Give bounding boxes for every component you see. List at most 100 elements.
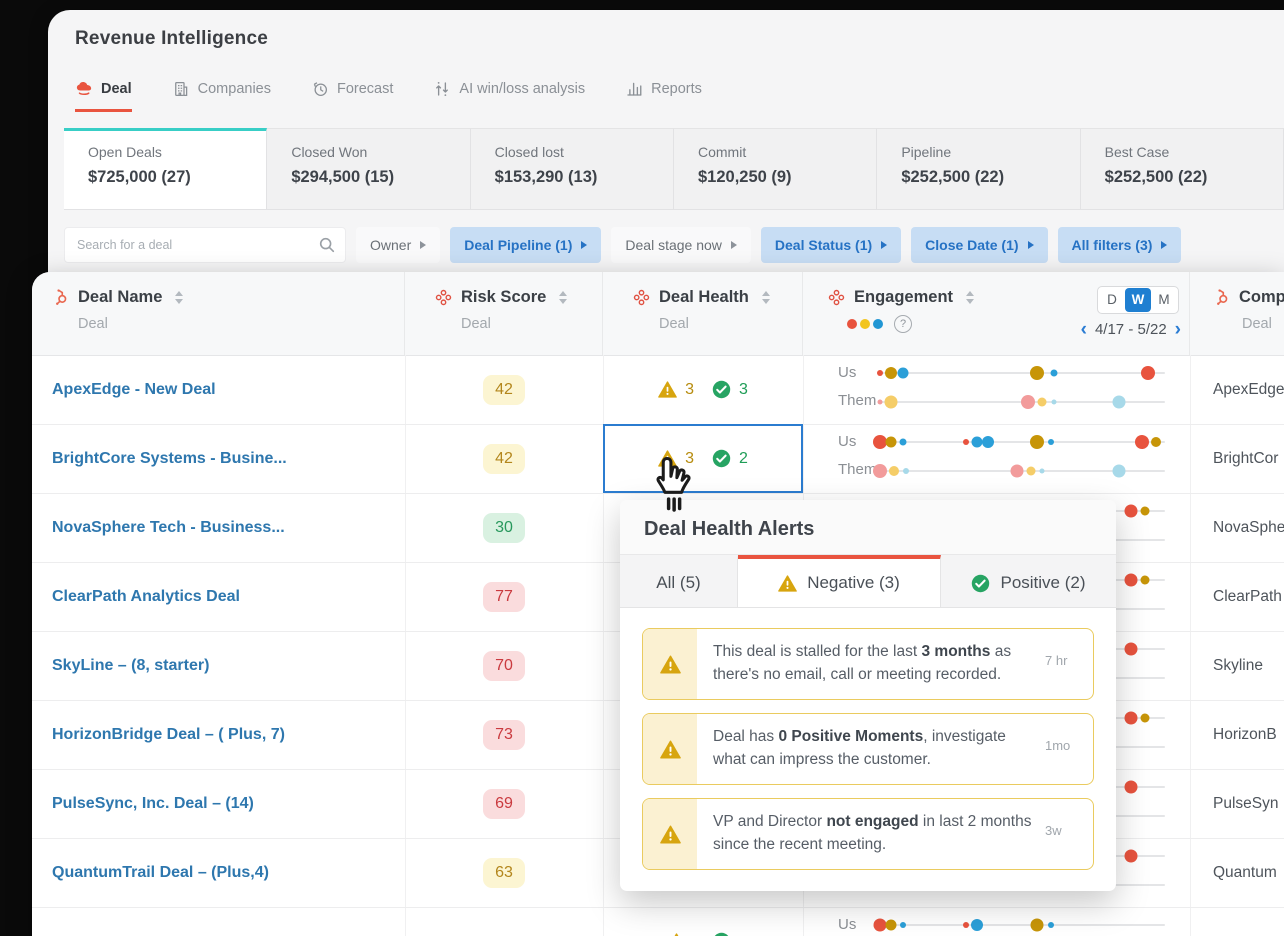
- col-title: Comp: [1239, 288, 1284, 306]
- summary-card-commit[interactable]: Commit $120,250 (9): [673, 128, 878, 209]
- deal-name-link[interactable]: ApexEdge - New Deal: [52, 355, 216, 424]
- risk-score-badge: 42: [483, 443, 525, 474]
- deal-name-link[interactable]: HorizonBridge Deal – ( Plus, 7): [52, 700, 285, 769]
- summary-card-label: Open Deals: [88, 144, 162, 160]
- deal-health-cell[interactable]: 3 2: [603, 424, 803, 493]
- col-subtitle: Deal: [659, 316, 689, 332]
- deal-search[interactable]: [64, 227, 346, 263]
- risk-score-badge: 77: [483, 581, 525, 612]
- col-subtitle: Deal: [461, 316, 491, 332]
- popup-tabs: All (5) Negative (3) Positive (2): [620, 555, 1116, 608]
- popup-tab-positive-2-[interactable]: Positive (2): [941, 555, 1116, 607]
- col-header-deal-health[interactable]: Deal Health Deal: [603, 272, 803, 355]
- nav-tab-forecast[interactable]: Forecast: [311, 80, 393, 112]
- company-cell: ApexEdge: [1213, 381, 1284, 398]
- us-timeline: [873, 918, 1165, 932]
- risk-score-cell[interactable]: 70: [405, 631, 603, 700]
- deal-name-link[interactable]: PulseSync, Inc. Deal – (14): [52, 769, 254, 838]
- risk-score-cell[interactable]: 77: [405, 562, 603, 631]
- filter-owner[interactable]: Owner: [356, 227, 441, 263]
- period-toggle-d[interactable]: D: [1099, 288, 1125, 312]
- engagement-dot: [1021, 395, 1036, 409]
- risk-score-cell[interactable]: 42: [405, 355, 603, 424]
- filter-button-label: Close Date (1): [925, 237, 1019, 253]
- nav-tab-label: Reports: [651, 81, 702, 97]
- filter-all-filters-3-[interactable]: All filters (3): [1057, 227, 1182, 263]
- nav-tab-reports[interactable]: Reports: [625, 80, 702, 112]
- alert-warning-icon: [643, 799, 697, 869]
- popup-tab-all-5-[interactable]: All (5): [620, 555, 738, 607]
- col-header-company[interactable]: Comp Deal: [1190, 272, 1284, 355]
- sort-toggle[interactable]: [761, 291, 770, 304]
- deal-name-link[interactable]: NovaSphere Tech - Business...: [52, 493, 285, 562]
- summary-card-label: Closed Won: [291, 144, 368, 160]
- sort-toggle[interactable]: [966, 291, 975, 304]
- engagement-cell[interactable]: Us Them: [803, 424, 1190, 493]
- summary-card-closed-lost[interactable]: Closed lost $153,290 (13): [470, 128, 674, 209]
- popup-tab-negative-3-[interactable]: Negative (3): [738, 555, 941, 607]
- col-header-risk-score[interactable]: Risk Score Deal: [405, 272, 603, 355]
- deal-health-cell[interactable]: [603, 907, 803, 936]
- positive-count: 2: [739, 449, 748, 467]
- legend-dot-red: [847, 319, 857, 329]
- risk-score-badge: 69: [483, 788, 525, 819]
- engagement-dot: [1048, 439, 1054, 445]
- popup-title: Deal Health Alerts: [620, 500, 1116, 555]
- deal-name-link[interactable]: QuantumTrail Deal – (Plus,4): [52, 838, 269, 907]
- risk-score-cell[interactable]: [405, 907, 603, 936]
- period-toggle-m[interactable]: M: [1151, 288, 1177, 312]
- engagement-dot: [873, 918, 887, 932]
- risk-score-cell[interactable]: 42: [405, 424, 603, 493]
- col-header-engagement[interactable]: Engagement ? DWM ‹ 4/17 - 5/22 ›: [803, 272, 1190, 355]
- engagement-cell[interactable]: Us Them: [803, 355, 1190, 424]
- search-input[interactable]: [65, 228, 317, 262]
- sort-toggle[interactable]: [175, 291, 184, 304]
- summary-card-pipeline[interactable]: Pipeline $252,500 (22): [877, 128, 1081, 209]
- risk-score-cell[interactable]: 30: [405, 493, 603, 562]
- filter-deal-status-1-[interactable]: Deal Status (1): [760, 227, 902, 263]
- nav-tab-deal[interactable]: Deal: [75, 80, 132, 112]
- filter-button-label: All filters (3): [1071, 237, 1153, 253]
- company-cell: [1190, 907, 1284, 936]
- nav-tab-label: Forecast: [336, 81, 394, 97]
- nav-tab-label: Deal: [101, 81, 132, 97]
- engagement-dot: [885, 436, 897, 448]
- engagement-dot: [1124, 711, 1138, 725]
- engagement-dot: [885, 919, 897, 931]
- risk-score-cell[interactable]: 63: [405, 838, 603, 907]
- summary-card-value: $252,500 (22): [1104, 168, 1208, 186]
- deal-name-link[interactable]: SkyLine – (8, starter): [52, 631, 209, 700]
- nav-tab-companies[interactable]: Companies: [172, 80, 271, 112]
- chevron-right-icon[interactable]: ›: [1175, 320, 1181, 339]
- col-header-deal-name[interactable]: Deal Name Deal: [32, 272, 405, 355]
- deal-name-link[interactable]: BrightCore Systems - Busine...: [52, 424, 287, 493]
- risk-score-cell[interactable]: 69: [405, 769, 603, 838]
- risk-score-cell[interactable]: 73: [405, 700, 603, 769]
- engagement-dot: [873, 464, 887, 478]
- us-label: Us: [838, 364, 857, 381]
- summary-card-closed-won[interactable]: Closed Won $294,500 (15): [267, 128, 471, 209]
- col-title: Deal Health: [659, 288, 749, 306]
- deal-health-cell[interactable]: 3 3: [603, 355, 803, 424]
- risk-score-badge: 30: [483, 512, 525, 543]
- filter-close-date-1-[interactable]: Close Date (1): [911, 227, 1048, 263]
- engagement-cell[interactable]: Us Them: [803, 907, 1190, 936]
- freddy-ai-icon: [633, 289, 650, 306]
- filter-deal-stage-now[interactable]: Deal stage now: [611, 227, 751, 263]
- col-title: Engagement: [854, 288, 954, 306]
- deal-name-link[interactable]: ClearPath Analytics Deal: [52, 562, 240, 631]
- engagement-dot: [1135, 435, 1150, 449]
- sort-toggle[interactable]: [559, 291, 568, 304]
- nav-tab-ai-win-loss-analysis[interactable]: AI win/loss analysis: [433, 80, 585, 112]
- risk-score-badge: 63: [483, 857, 525, 888]
- risk-score-badge: 70: [483, 650, 525, 681]
- period-toggle-w[interactable]: W: [1125, 288, 1151, 312]
- legend-dot-blue: [873, 319, 883, 329]
- chevron-left-icon[interactable]: ‹: [1081, 320, 1087, 339]
- filter-deal-pipeline-1-[interactable]: Deal Pipeline (1): [450, 227, 602, 263]
- caret-right-icon: [1161, 241, 1168, 249]
- summary-card-best-case[interactable]: Best Case $252,500 (22): [1080, 128, 1284, 209]
- summary-card-open-deals[interactable]: Open Deals $725,000 (27): [64, 128, 268, 209]
- help-icon[interactable]: ?: [894, 315, 912, 333]
- caret-right-icon: [1027, 241, 1034, 249]
